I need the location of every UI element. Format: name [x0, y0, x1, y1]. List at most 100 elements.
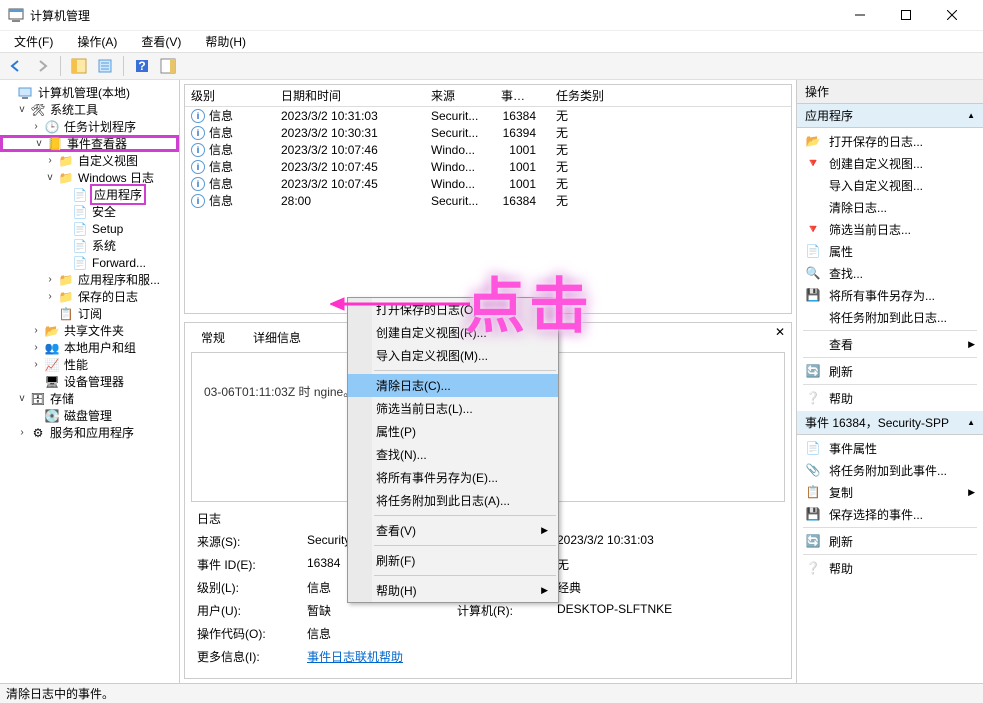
link-online-help[interactable]: 事件日志联机帮助 [307, 648, 457, 665]
help-button[interactable]: ? [130, 54, 154, 78]
action-attach-event[interactable]: 📎将任务附加到此事件... [797, 459, 983, 481]
tree-security-log[interactable]: 📄安全 [0, 203, 179, 220]
action-find[interactable]: 🔍查找... [797, 262, 983, 284]
actions-section-event[interactable]: 事件 16384，Security-SPP▲ [797, 411, 983, 435]
maximize-button[interactable] [883, 0, 929, 30]
lbl-comp: 计算机(R): [457, 602, 557, 619]
tree-event-viewer[interactable]: v📒事件查看器 [0, 135, 179, 152]
action-clear-log[interactable]: 清除日志... [797, 196, 983, 218]
action-help-2[interactable]: ❔帮助 [797, 557, 983, 579]
action-create-view[interactable]: 🔻创建自定义视图... [797, 152, 983, 174]
table-row[interactable]: i信息2023/3/2 10:07:46Windo...1001无 [185, 141, 791, 158]
col-source[interactable]: 来源 [425, 85, 495, 106]
action-filter[interactable]: 🔻筛选当前日志... [797, 218, 983, 240]
tab-general[interactable]: 常规 [193, 327, 233, 348]
tree-forwarded-log[interactable]: 📄Forward... [0, 254, 179, 271]
tree-setup-log[interactable]: 📄Setup [0, 220, 179, 237]
tree-shared-folders[interactable]: ›📂共享文件夹 [0, 322, 179, 339]
tree-local-users[interactable]: ›👥本地用户和组 [0, 339, 179, 356]
action-event-props[interactable]: 📄事件属性 [797, 437, 983, 459]
tree-storage[interactable]: v🗄存储 [0, 390, 179, 407]
action-open-saved[interactable]: 📂打开保存的日志... [797, 130, 983, 152]
action-save-all[interactable]: 💾将所有事件另存为... [797, 284, 983, 306]
tree-root[interactable]: 计算机管理(本地) [0, 84, 179, 101]
table-header: 级别 日期和时间 来源 事件 ID 任务类别 [185, 85, 791, 107]
status-text: 清除日志中的事件。 [6, 685, 114, 702]
folder-open-icon: 📂 [805, 133, 821, 149]
log-icon: 📄 [72, 221, 88, 237]
tree-services-apps[interactable]: ›⚙服务和应用程序 [0, 424, 179, 441]
tree-custom-views[interactable]: ›📁自定义视图 [0, 152, 179, 169]
col-date[interactable]: 日期和时间 [275, 85, 425, 106]
table-row[interactable]: i信息2023/3/2 10:07:45Windo...1001无 [185, 175, 791, 192]
tree-saved-logs[interactable]: ›📁保存的日志 [0, 288, 179, 305]
table-row[interactable]: i信息28:00Securit...16384无 [185, 192, 791, 209]
ctx-open-saved[interactable]: 打开保存的日志(O)... [348, 298, 558, 321]
action-properties[interactable]: 📄属性 [797, 240, 983, 262]
ctx-help[interactable]: 帮助(H)▶ [348, 579, 558, 602]
folder-icon: 📁 [58, 289, 74, 305]
ctx-save-all[interactable]: 将所有事件另存为(E)... [348, 466, 558, 489]
tree-task-scheduler[interactable]: ›🕒任务计划程序 [0, 118, 179, 135]
filter-icon: 🔻 [805, 221, 821, 237]
menu-view[interactable]: 查看(V) [133, 31, 189, 52]
table-row[interactable]: i信息2023/3/2 10:30:31Securit...16394无 [185, 124, 791, 141]
tree-subscriptions[interactable]: 📋订阅 [0, 305, 179, 322]
minimize-button[interactable] [837, 0, 883, 30]
col-event-id[interactable]: 事件 ID [495, 85, 550, 106]
info-icon: i [191, 126, 205, 140]
table-row[interactable]: i信息2023/3/2 10:31:03Securit...16384无 [185, 107, 791, 124]
val-cat: 无 [557, 556, 727, 573]
ctx-attach[interactable]: 将任务附加到此日志(A)... [348, 489, 558, 512]
ctx-filter[interactable]: 筛选当前日志(L)... [348, 397, 558, 420]
ctx-import-view[interactable]: 导入自定义视图(M)... [348, 344, 558, 367]
col-category[interactable]: 任务类别 [550, 85, 620, 106]
toolbar: ? [0, 52, 983, 80]
properties-button[interactable] [93, 54, 117, 78]
action-save-selected[interactable]: 💾保存选择的事件... [797, 503, 983, 525]
tree-app-service-logs[interactable]: ›📁应用程序和服... [0, 271, 179, 288]
ctx-properties[interactable]: 属性(P) [348, 420, 558, 443]
info-icon: i [191, 109, 205, 123]
menu-action[interactable]: 操作(A) [69, 31, 125, 52]
tree-system-tools[interactable]: v🛠系统工具 [0, 101, 179, 118]
action-import-view[interactable]: 导入自定义视图... [797, 174, 983, 196]
ctx-refresh[interactable]: 刷新(F) [348, 549, 558, 572]
tab-details[interactable]: 详细信息 [245, 327, 309, 348]
action-help[interactable]: ❔帮助 [797, 387, 983, 409]
ctx-create-view[interactable]: 创建自定义视图(R)... [348, 321, 558, 344]
subscription-icon: 📋 [58, 306, 74, 322]
tree-application-log[interactable]: 📄 应用程序 [0, 186, 179, 203]
nav-back-button[interactable] [4, 54, 28, 78]
show-tree-button[interactable] [67, 54, 91, 78]
close-button[interactable] [929, 0, 975, 30]
action-view[interactable]: 查看▶ [797, 333, 983, 355]
tree-disk-mgmt[interactable]: 💽磁盘管理 [0, 407, 179, 424]
action-copy[interactable]: 📋复制▶ [797, 481, 983, 503]
ctx-find[interactable]: 查找(N)... [348, 443, 558, 466]
log-icon: 📄 [72, 238, 88, 254]
collapse-icon: ▲ [967, 418, 975, 427]
lbl-user: 用户(U): [197, 602, 307, 619]
menu-file[interactable]: 文件(F) [6, 31, 61, 52]
statusbar: 清除日志中的事件。 [0, 683, 983, 703]
actions-section-application[interactable]: 应用程序▲ [797, 104, 983, 128]
app-icon [8, 7, 24, 23]
tree-system-log[interactable]: 📄系统 [0, 237, 179, 254]
col-level[interactable]: 级别 [185, 85, 275, 106]
table-row[interactable]: i信息2023/3/2 10:07:45Windo...1001无 [185, 158, 791, 175]
lbl-more: 更多信息(I): [197, 648, 307, 665]
tree-performance[interactable]: ›📈性能 [0, 356, 179, 373]
actions-pane-button[interactable] [156, 54, 180, 78]
action-refresh-2[interactable]: 🔄刷新 [797, 530, 983, 552]
ctx-view[interactable]: 查看(V)▶ [348, 519, 558, 542]
tree-device-manager[interactable]: 🖥设备管理器 [0, 373, 179, 390]
menu-help[interactable]: 帮助(H) [197, 31, 254, 52]
lbl-log-name: 日志 [197, 510, 307, 527]
action-attach[interactable]: 将任务附加到此日志... [797, 306, 983, 328]
action-refresh[interactable]: 🔄刷新 [797, 360, 983, 382]
ctx-clear-log[interactable]: 清除日志(C)... [348, 374, 558, 397]
chevron-right-icon: ▶ [541, 585, 548, 596]
nav-forward-button[interactable] [30, 54, 54, 78]
detail-close-button[interactable]: ✕ [775, 325, 785, 339]
